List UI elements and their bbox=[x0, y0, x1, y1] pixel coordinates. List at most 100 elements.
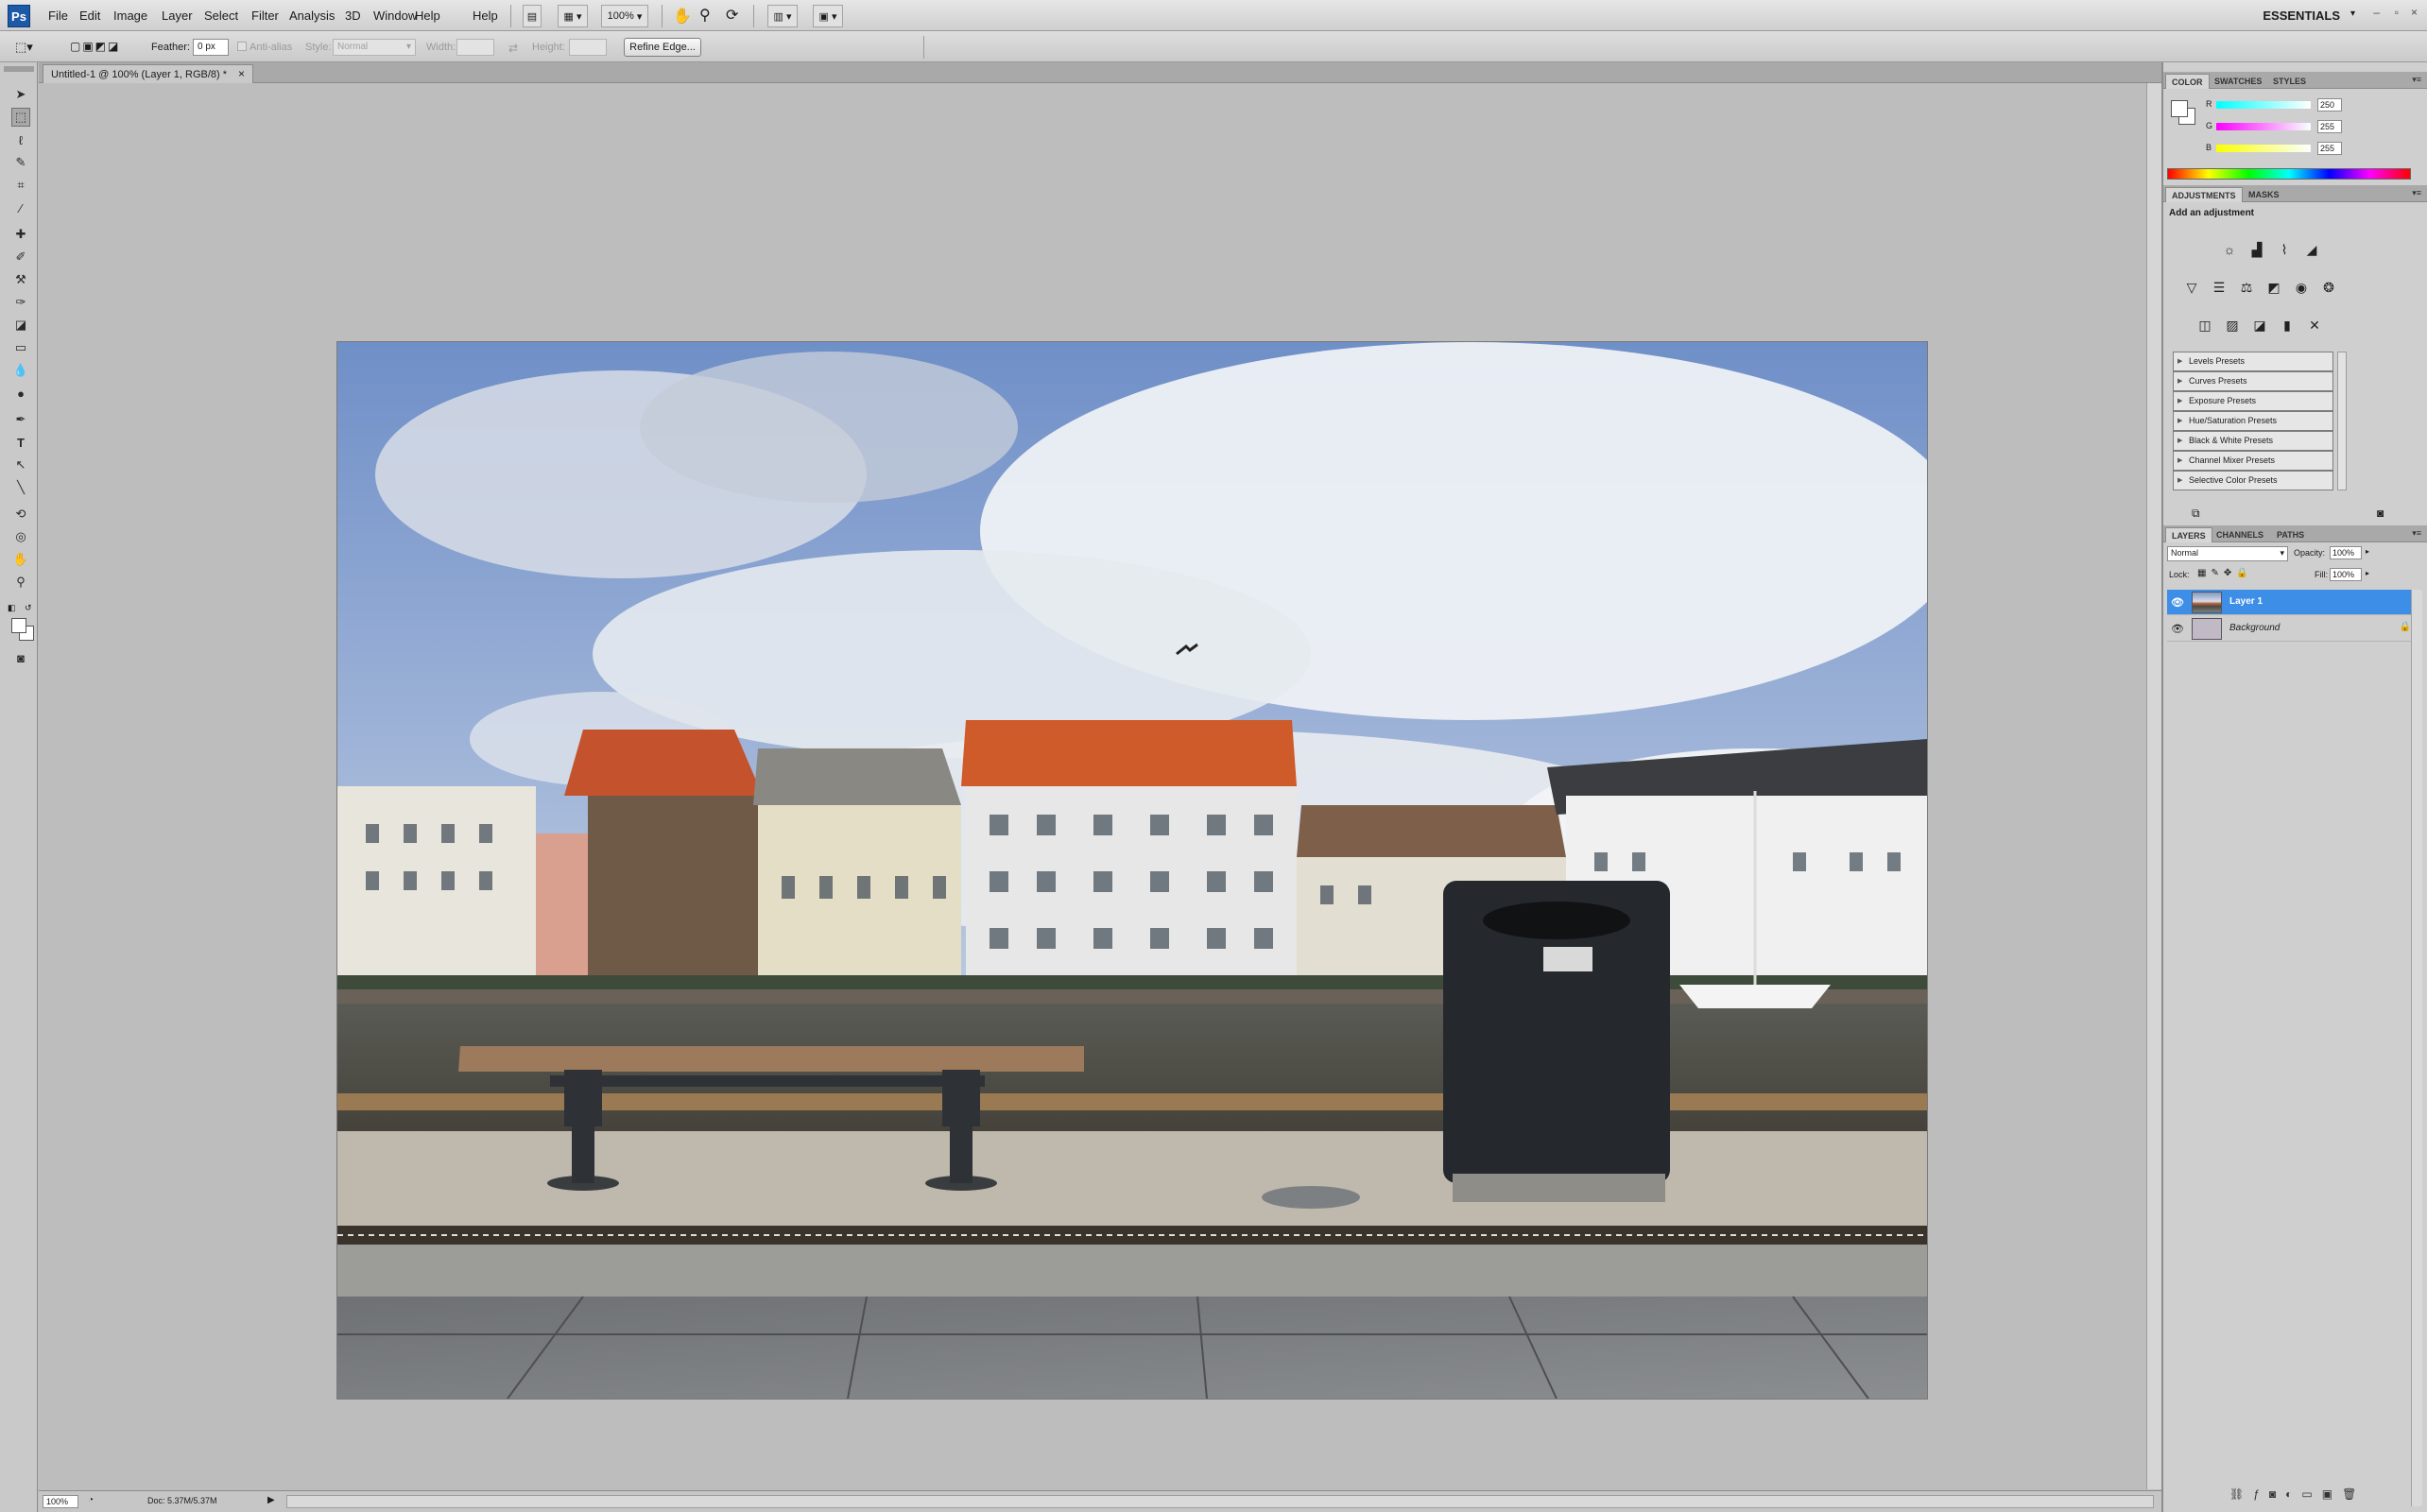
red-value-input[interactable]: 250 bbox=[2317, 98, 2342, 112]
3d-rotate-tool-icon[interactable]: ⟲ bbox=[11, 505, 30, 524]
vibrance-icon[interactable]: ▽ bbox=[2180, 276, 2203, 299]
tab-styles[interactable]: STYLES bbox=[2267, 74, 2312, 89]
pen-tool-icon[interactable]: ✒ bbox=[11, 410, 30, 429]
panel-menu-icon[interactable]: ▾≡ bbox=[2412, 188, 2421, 198]
lock-options-icons[interactable]: ▦✎✥🔒 bbox=[2197, 568, 2253, 578]
blend-mode-select[interactable]: Normal ▾ bbox=[2167, 546, 2288, 561]
type-tool-icon[interactable]: T bbox=[11, 433, 30, 452]
gradient-map-icon[interactable]: ▮ bbox=[2276, 314, 2298, 336]
canvas-workspace[interactable] bbox=[39, 83, 2161, 1489]
preset-hue-saturation[interactable]: Hue/Saturation Presets bbox=[2173, 411, 2333, 431]
eyedropper-tool-icon[interactable]: ⁄ bbox=[11, 198, 30, 217]
antialias-checkbox[interactable] bbox=[237, 42, 247, 51]
gradient-tool-icon[interactable]: ▭ bbox=[11, 338, 30, 357]
curves-icon[interactable]: ⌇ bbox=[2273, 238, 2296, 261]
tab-swatches[interactable]: SWATCHES bbox=[2209, 74, 2267, 89]
menu-help[interactable]: Help bbox=[473, 9, 498, 23]
document-canvas-image[interactable] bbox=[337, 342, 1927, 1399]
style-select[interactable]: Normal ▾ bbox=[333, 39, 416, 56]
preset-curves[interactable]: Curves Presets bbox=[2173, 371, 2333, 391]
foreground-color-swatch[interactable] bbox=[2171, 100, 2188, 117]
fill-input[interactable]: 100% bbox=[2330, 568, 2362, 581]
status-menu-arrow-icon[interactable]: ▶ bbox=[267, 1495, 275, 1505]
invert-icon[interactable]: ◫ bbox=[2194, 314, 2216, 336]
crop-tool-icon[interactable]: ⌗ bbox=[11, 176, 30, 195]
layers-scrollbar[interactable] bbox=[2411, 590, 2422, 1506]
spot-healing-tool-icon[interactable]: ✚ bbox=[11, 225, 30, 244]
preset-exposure[interactable]: Exposure Presets bbox=[2173, 391, 2333, 411]
zoom-field[interactable]: 100% bbox=[43, 1495, 78, 1508]
brush-tool-icon[interactable]: ✐ bbox=[11, 248, 30, 266]
height-input[interactable] bbox=[569, 39, 607, 56]
selection-mode-icons[interactable]: ▢▣◩◪ bbox=[70, 40, 120, 53]
clip-to-layer-icon[interactable]: ⧉ bbox=[2192, 507, 2200, 521]
menu-view[interactable]: Window bbox=[373, 9, 417, 23]
view-previous-icon[interactable]: ◙ bbox=[2377, 507, 2384, 520]
marquee-preset-icon[interactable]: ⬚▾ bbox=[15, 40, 33, 55]
width-input[interactable] bbox=[456, 39, 494, 56]
color-balance-icon[interactable]: ⚖ bbox=[2235, 276, 2258, 299]
foreground-color-swatch[interactable] bbox=[11, 618, 26, 633]
screen-mode-icon[interactable]: ▣ ▾ bbox=[813, 5, 843, 27]
hand-tool-icon[interactable]: ✋ bbox=[11, 550, 30, 569]
channel-mixer-icon[interactable]: ❂ bbox=[2317, 276, 2340, 299]
swap-dimensions-icon[interactable]: ⇄ bbox=[508, 42, 518, 55]
blur-tool-icon[interactable]: 💧 bbox=[11, 361, 30, 380]
workspace-switcher[interactable]: ESSENTIALS bbox=[2263, 9, 2340, 23]
panel-menu-icon[interactable]: ▾≡ bbox=[2412, 528, 2421, 539]
quick-selection-tool-icon[interactable]: ✎ bbox=[11, 153, 30, 172]
preset-black-white[interactable]: Black & White Presets bbox=[2173, 431, 2333, 451]
opacity-arrow-icon[interactable]: ▸ bbox=[2366, 547, 2369, 556]
history-brush-tool-icon[interactable]: ✑ bbox=[11, 293, 30, 312]
chevron-down-icon[interactable]: ▾ bbox=[2350, 9, 2355, 19]
close-tab-icon[interactable]: × bbox=[238, 67, 245, 80]
visibility-eye-icon[interactable]: 👁 bbox=[2171, 596, 2184, 609]
visibility-eye-icon[interactable]: 👁 bbox=[2171, 623, 2184, 635]
layer-row-background[interactable]: 👁 Background 🔒 bbox=[2167, 616, 2420, 642]
tab-adjustments[interactable]: ADJUSTMENTS bbox=[2165, 187, 2243, 202]
levels-icon[interactable]: ▟ bbox=[2246, 238, 2268, 261]
restore-button[interactable]: ▫ bbox=[2395, 6, 2399, 19]
refine-edge-button[interactable]: Refine Edge... bbox=[624, 38, 701, 57]
vertical-scrollbar[interactable] bbox=[2146, 83, 2161, 1489]
move-tool-icon[interactable]: ➤ bbox=[11, 85, 30, 104]
menu-analysis[interactable]: Analysis bbox=[289, 9, 335, 23]
hue-saturation-icon[interactable]: ☰ bbox=[2208, 276, 2230, 299]
layer-name[interactable]: Background bbox=[2229, 623, 2280, 633]
menu-layer[interactable]: Layer bbox=[162, 9, 193, 23]
zoom-tool-icon[interactable]: ⚲ bbox=[699, 6, 711, 25]
posterize-icon[interactable]: ▨ bbox=[2221, 314, 2244, 336]
layer-row-layer-1[interactable]: 👁 Layer 1 bbox=[2167, 590, 2420, 615]
green-slider[interactable] bbox=[2216, 123, 2311, 130]
dodge-tool-icon[interactable]: ● bbox=[11, 384, 30, 403]
tools-panel-grip[interactable] bbox=[4, 66, 34, 72]
tab-masks[interactable]: MASKS bbox=[2243, 187, 2285, 202]
arrange-documents-icon[interactable]: ▥ ▾ bbox=[767, 5, 798, 27]
document-tab[interactable]: Untitled-1 @ 100% (Layer 1, RGB/8) * × bbox=[43, 64, 254, 83]
panel-menu-icon[interactable]: ▾≡ bbox=[2412, 75, 2421, 85]
layers-panel-footer-icons[interactable]: ⛓ƒ◙◐▭▣🗑 bbox=[2229, 1487, 2366, 1501]
preset-selective-color[interactable]: Selective Color Presets bbox=[2173, 471, 2333, 490]
color-spectrum-ramp[interactable] bbox=[2167, 168, 2411, 180]
tab-color[interactable]: COLOR bbox=[2165, 74, 2210, 89]
brightness-icon[interactable]: ☼ bbox=[2218, 238, 2241, 261]
hand-tool-icon[interactable]: ✋ bbox=[673, 7, 692, 26]
black-white-icon[interactable]: ◩ bbox=[2263, 276, 2285, 299]
lasso-tool-icon[interactable]: ℓ bbox=[11, 130, 30, 149]
zoom-tool-icon[interactable]: ⚲ bbox=[11, 573, 30, 592]
tab-channels[interactable]: CHANNELS bbox=[2211, 527, 2269, 542]
close-button[interactable]: × bbox=[2411, 6, 2418, 19]
clone-stamp-tool-icon[interactable]: ⚒ bbox=[11, 270, 30, 289]
presets-scrollbar[interactable] bbox=[2337, 352, 2347, 490]
photo-filter-icon[interactable]: ◉ bbox=[2290, 276, 2313, 299]
preset-channel-mixer[interactable]: Channel Mixer Presets bbox=[2173, 451, 2333, 471]
zoom-level-dropdown[interactable]: 100% ▾ bbox=[601, 5, 648, 27]
menu-file[interactable]: File bbox=[48, 9, 68, 23]
swap-colors-icon[interactable]: ↺ bbox=[25, 603, 32, 613]
menu-filter[interactable]: Filter bbox=[251, 9, 279, 23]
preset-levels[interactable]: Levels Presets bbox=[2173, 352, 2333, 371]
red-slider[interactable] bbox=[2216, 101, 2311, 109]
blue-value-input[interactable]: 255 bbox=[2317, 142, 2342, 155]
opacity-input[interactable]: 100% bbox=[2330, 546, 2362, 559]
fill-arrow-icon[interactable]: ▸ bbox=[2366, 569, 2369, 577]
